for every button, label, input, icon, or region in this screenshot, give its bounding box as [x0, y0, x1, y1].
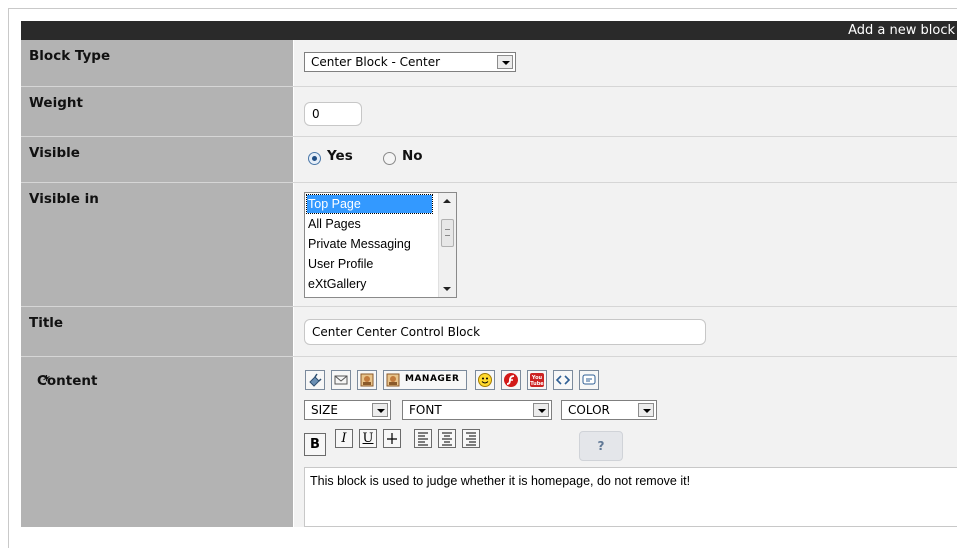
image-icon[interactable]	[357, 370, 377, 390]
align-center-button[interactable]	[438, 429, 456, 448]
visible-no-radio[interactable]	[383, 152, 396, 165]
font-select[interactable]: FONT	[402, 400, 552, 420]
smiley-icon[interactable]	[475, 370, 495, 390]
underline-button[interactable]: U	[359, 429, 377, 448]
code-icon[interactable]	[553, 370, 573, 390]
svg-text:Tube: Tube	[530, 381, 544, 387]
title-input[interactable]: Center Center Control Block	[304, 319, 706, 345]
content-row: Content * MANAGER You Tube SIZE FONT COL…	[21, 357, 957, 527]
bold-button[interactable]: B	[304, 433, 326, 456]
visible-label: Visible	[29, 145, 80, 161]
visible-row: Visible Yes No	[21, 137, 957, 183]
quote-icon[interactable]	[579, 370, 599, 390]
visible-in-row: Visible in Top Page All Pages Private Me…	[21, 183, 957, 307]
title-label: Title	[29, 315, 64, 331]
block-type-row: Block Type Center Block - Center	[21, 40, 957, 87]
visible-yes-label: Yes	[327, 148, 353, 164]
chevron-down-icon	[638, 403, 654, 417]
size-select[interactable]: SIZE	[304, 400, 391, 420]
scroll-up-icon[interactable]	[443, 199, 451, 203]
required-marker: *	[43, 373, 51, 389]
chevron-down-icon	[497, 55, 513, 69]
youtube-icon[interactable]: You Tube	[527, 370, 547, 390]
align-right-button[interactable]	[462, 429, 480, 448]
form-title: Add a new block	[848, 23, 955, 38]
block-type-select[interactable]: Center Block - Center	[304, 52, 516, 72]
list-option[interactable]: All Pages	[307, 215, 432, 233]
scroll-down-icon[interactable]	[443, 287, 451, 291]
form-header: Add a new block	[21, 21, 957, 40]
flash-icon[interactable]	[501, 370, 521, 390]
color-select[interactable]: COLOR	[561, 400, 657, 420]
weight-input[interactable]: 0	[304, 102, 362, 126]
list-option[interactable]: Top Page	[306, 194, 433, 214]
visible-in-label: Visible in	[29, 191, 99, 207]
help-button[interactable]: ?	[579, 431, 623, 461]
list-option[interactable]: Private Messaging	[307, 235, 432, 253]
chevron-down-icon	[533, 403, 549, 417]
align-left-button[interactable]	[414, 429, 432, 448]
strikethrough-button[interactable]	[383, 429, 401, 448]
visible-yes-radio[interactable]	[308, 152, 321, 165]
chevron-down-icon	[372, 403, 388, 417]
add-block-form: Add a new block Block Type Center Block …	[21, 21, 957, 527]
image-manager-icon[interactable]: MANAGER	[383, 370, 467, 390]
weight-row: Weight 0	[21, 87, 957, 137]
list-option[interactable]: User Profile	[307, 255, 432, 273]
list-option[interactable]: eXtGallery	[307, 275, 432, 293]
url-icon[interactable]	[305, 370, 325, 390]
content-textarea[interactable]: This block is used to judge whether it i…	[304, 467, 957, 527]
visible-no-label: No	[402, 148, 423, 164]
block-type-label: Block Type	[29, 48, 111, 64]
visible-in-listbox[interactable]: Top Page All Pages Private Messaging Use…	[304, 192, 457, 298]
email-icon[interactable]	[331, 370, 351, 390]
listbox-scrollbar[interactable]	[438, 193, 456, 297]
scroll-thumb[interactable]	[441, 219, 454, 247]
weight-label: Weight	[29, 95, 83, 111]
italic-button[interactable]: I	[335, 429, 353, 448]
title-row: Title Center Center Control Block	[21, 307, 957, 357]
